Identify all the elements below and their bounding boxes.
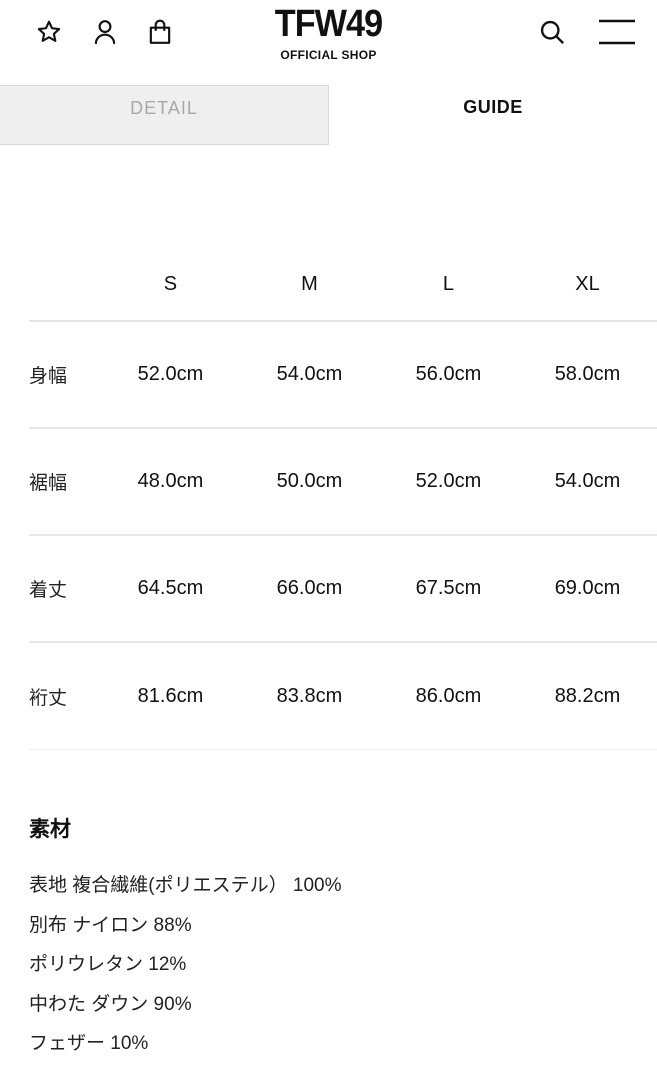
size-table: S M L XL 身幅 52.0cm 54.0cm 56.0cm 58.0cm … [29,248,657,750]
row-label: 身幅 [29,366,68,387]
material-line: 中わた ダウン 90% [29,993,192,1015]
table-cell: 58.0cm [554,363,621,385]
table-cell: 52.0cm [137,363,204,385]
tab-detail-label: DETAIL [130,98,198,118]
tab-guide-label: GUIDE [463,97,523,117]
table-cell: 69.0cm [554,577,621,599]
table-row: 裾幅 48.0cm 50.0cm 52.0cm 54.0cm [29,429,657,536]
search-icon[interactable] [535,14,569,50]
site-header: TFW49 OFFICIAL SHOP [0,0,657,78]
material-section: 素材 表地 複合繊維(ポリエステル） 100% 別布 ナイロン 88% ポリウレ… [29,812,629,1064]
material-line: 表地 複合繊維(ポリエステル） 100% [29,875,342,896]
table-cell: 83.8cm [276,684,343,707]
material-title: 素材 [29,818,71,841]
table-cell: 48.0cm [137,470,204,492]
tab-detail[interactable]: DETAIL [0,85,329,145]
table-cell: 66.0cm [276,577,343,599]
table-row: 着丈 64.5cm 66.0cm 67.5cm 69.0cm [29,536,657,643]
table-cell: 86.0cm [415,684,482,707]
table-row: 裄丈 81.6cm 83.8cm 86.0cm 88.2cm [29,643,657,750]
size-column-header: M [301,272,318,295]
row-label: 着丈 [29,580,68,601]
table-cell: 56.0cm [415,363,482,385]
material-line: フェザー 10% [29,1033,149,1054]
menu-icon[interactable] [596,14,638,50]
table-cell: 64.5cm [137,577,204,599]
tab-guide[interactable]: GUIDE [329,85,657,145]
size-column-header: S [163,272,178,295]
table-row: 身幅 52.0cm 54.0cm 56.0cm 58.0cm [29,322,657,429]
row-label: 裾幅 [29,473,68,494]
table-cell: 67.5cm [415,577,482,599]
material-line: 別布 ナイロン 88% [29,914,192,936]
row-label: 裄丈 [29,687,68,709]
table-cell: 54.0cm [554,470,621,492]
table-cell: 88.2cm [554,684,621,707]
size-column-header: XL [575,272,600,295]
size-column-header: L [442,272,455,295]
table-cell: 50.0cm [276,470,343,492]
table-cell: 81.6cm [137,684,204,707]
size-table-header: S M L XL [29,248,657,322]
material-line: ポリウレタン 12% [29,954,187,975]
logo-subtitle: OFFICIAL SHOP [280,48,377,62]
table-cell: 52.0cm [415,470,482,492]
table-cell: 54.0cm [276,363,343,385]
